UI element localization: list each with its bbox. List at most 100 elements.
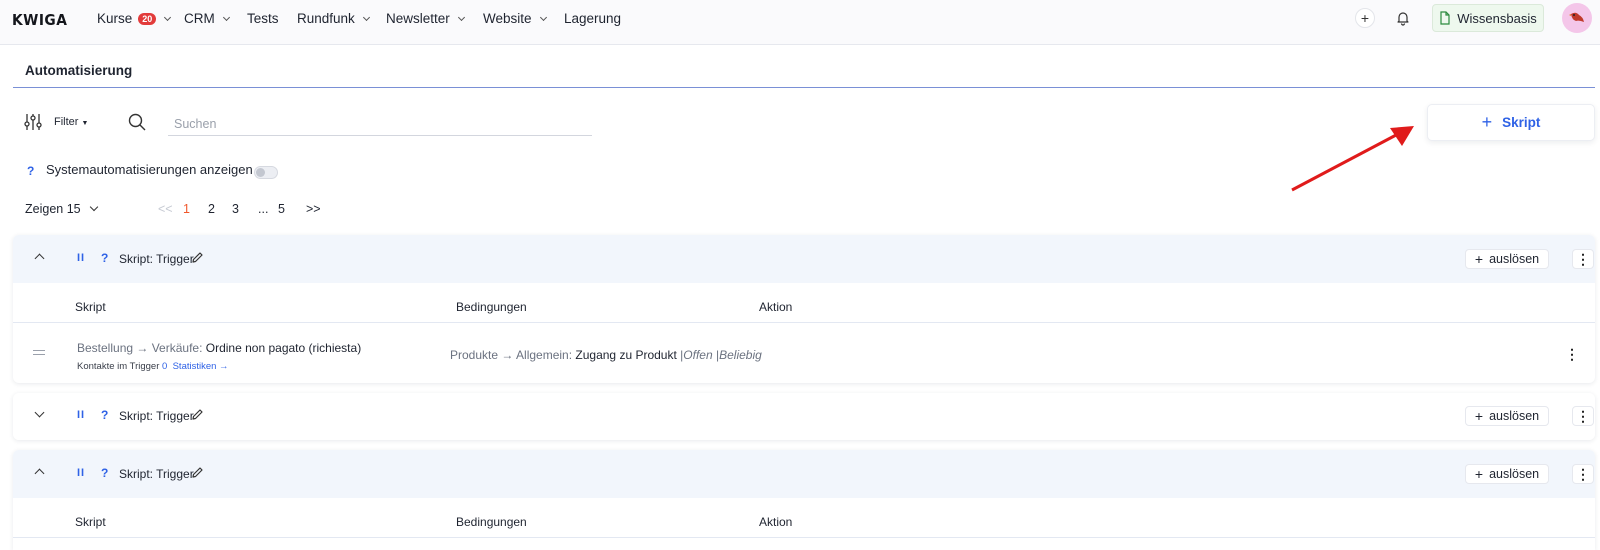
- avatar[interactable]: [1562, 3, 1592, 33]
- toggle-knob: [256, 168, 265, 177]
- nav-item-lagerung[interactable]: Lagerung: [564, 11, 621, 26]
- automation-card: II ? Skript: Trigger + auslösen ⋮ Skript…: [13, 450, 1595, 550]
- script-name[interactable]: Ordine non pagato (richiesta): [206, 341, 361, 355]
- chevron-down-icon: [539, 13, 547, 21]
- notification-badge: 20: [138, 12, 157, 25]
- add-button[interactable]: +: [1355, 8, 1375, 28]
- last-page-icon[interactable]: >>: [306, 202, 321, 216]
- card-title: Skript: Trigger: [119, 409, 194, 423]
- card-title: Skript: Trigger: [119, 467, 194, 481]
- nav-item-tests[interactable]: Tests: [247, 11, 279, 26]
- chevron-up-icon[interactable]: [34, 253, 45, 264]
- nav-item-newsletter[interactable]: Newsletter: [386, 11, 465, 26]
- column-header-script: Skript: [75, 300, 106, 314]
- column-header-conditions: Bedingungen: [456, 300, 527, 314]
- nav-item-kurse[interactable]: Kurse 20: [97, 11, 172, 26]
- more-menu-button[interactable]: ⋮: [1572, 464, 1594, 484]
- column-divider: [13, 537, 1595, 538]
- pencil-icon[interactable]: [191, 408, 204, 421]
- condition-name: Zugang zu Produkt: [575, 348, 677, 362]
- annotation-arrow-icon: [1291, 126, 1414, 192]
- document-icon: [1440, 11, 1450, 25]
- plus-icon: +: [1360, 10, 1370, 26]
- card-header: II ? Skript: Trigger + auslösen ⋮: [13, 450, 1595, 498]
- column-divider: [13, 322, 1595, 323]
- nav-item-label: CRM: [184, 11, 215, 26]
- first-page-icon[interactable]: <<: [158, 202, 173, 216]
- chevron-down-icon: [89, 202, 98, 212]
- condition-prefix: Produkte → Allgemein:: [450, 348, 573, 362]
- script-cell: Bestellung → Verkäufe: Ordine non pagato…: [77, 341, 361, 355]
- help-icon[interactable]: ?: [101, 251, 108, 265]
- chevron-down-icon[interactable]: [34, 407, 45, 418]
- logo[interactable]: KWIGA: [12, 11, 67, 29]
- filter-dropdown[interactable]: Filter ▼: [54, 116, 88, 128]
- title-divider: [13, 87, 1595, 88]
- card-title: Skript: Trigger: [119, 252, 194, 266]
- page-size-select[interactable]: Zeigen 15: [25, 202, 98, 216]
- page-link-2[interactable]: 2: [208, 202, 215, 216]
- page-ellipsis: ...: [258, 202, 269, 216]
- page-link-3[interactable]: 3: [232, 202, 239, 216]
- knowledge-base-button[interactable]: Wissensbasis: [1432, 4, 1544, 32]
- help-icon[interactable]: ?: [27, 164, 34, 178]
- notifications-button[interactable]: [1393, 8, 1413, 28]
- help-icon[interactable]: ?: [101, 408, 108, 422]
- condition-any: Beliebig: [719, 348, 762, 362]
- plus-icon: +: [1474, 250, 1484, 267]
- nav-item-label: Website: [483, 11, 532, 26]
- more-menu-button[interactable]: ⋮: [1572, 406, 1594, 426]
- filter-sliders-icon[interactable]: [24, 113, 42, 131]
- condition-cell: Produkte → Allgemein: Zugang zu Produkt …: [450, 348, 762, 362]
- pause-icon[interactable]: II: [77, 467, 85, 479]
- search-icon[interactable]: [128, 113, 146, 131]
- condition-status: Offen: [683, 348, 713, 362]
- column-header-action: Aktion: [759, 300, 793, 314]
- add-script-button[interactable]: + Skript: [1427, 104, 1595, 141]
- nav-item-crm[interactable]: CRM: [184, 11, 230, 26]
- pause-icon[interactable]: II: [77, 409, 85, 421]
- pause-icon[interactable]: II: [77, 252, 85, 264]
- column-header-action: Aktion: [759, 515, 793, 529]
- chevron-down-icon: [164, 13, 172, 21]
- row-menu-icon[interactable]: ⋮: [1565, 346, 1579, 363]
- nav-item-website[interactable]: Website: [483, 11, 547, 26]
- page-link-1[interactable]: 1: [183, 202, 190, 216]
- column-header-script: Skript: [75, 515, 106, 529]
- page-link-5[interactable]: 5: [278, 202, 285, 216]
- nav-item-label: Newsletter: [386, 11, 450, 26]
- kebab-icon: ⋮: [1576, 250, 1590, 267]
- chevron-up-icon[interactable]: [34, 468, 45, 479]
- contacts-label: Kontakte im Trigger: [77, 361, 160, 372]
- contacts-count[interactable]: 0: [162, 361, 167, 372]
- add-script-label: Skript: [1502, 115, 1541, 130]
- system-automations-label: Systemautomatisierungen anzeigen: [46, 162, 253, 177]
- pencil-icon[interactable]: [191, 251, 204, 264]
- nav-item-label: Kurse: [97, 11, 133, 26]
- filter-label: Filter: [54, 116, 79, 128]
- trigger-button[interactable]: + auslösen: [1465, 464, 1549, 484]
- nav-item-label: Lagerung: [564, 11, 622, 26]
- more-menu-button[interactable]: ⋮: [1572, 249, 1594, 269]
- help-icon[interactable]: ?: [101, 466, 108, 480]
- search-input[interactable]: [168, 112, 592, 136]
- automation-card: II ? Skript: Trigger + auslösen ⋮ Skript…: [13, 235, 1595, 383]
- page-title: Automatisierung: [25, 63, 133, 78]
- bird-avatar-icon: [1569, 12, 1584, 22]
- drag-handle-icon[interactable]: [33, 350, 45, 355]
- pencil-icon[interactable]: [191, 466, 204, 479]
- script-prefix: Bestellung → Verkäufe:: [77, 341, 203, 355]
- trigger-button[interactable]: + auslösen: [1465, 249, 1549, 269]
- nav-item-label: Tests: [247, 11, 279, 26]
- automation-card: II ? Skript: Trigger + auslösen ⋮: [13, 393, 1595, 440]
- nav-item-rundfunk[interactable]: Rundfunk: [297, 11, 370, 26]
- plus-icon: +: [1481, 111, 1493, 132]
- nav-item-label: Rundfunk: [297, 11, 355, 26]
- script-meta: Kontakte im Trigger 0 Statistiken →: [77, 361, 229, 372]
- system-automations-toggle[interactable]: [254, 166, 278, 179]
- knowledge-base-label: Wissensbasis: [1457, 10, 1537, 26]
- statistics-link[interactable]: Statistiken →: [173, 361, 229, 372]
- chevron-down-icon: [362, 13, 370, 21]
- trigger-button[interactable]: + auslösen: [1465, 406, 1549, 426]
- chevron-down-icon: [222, 13, 230, 21]
